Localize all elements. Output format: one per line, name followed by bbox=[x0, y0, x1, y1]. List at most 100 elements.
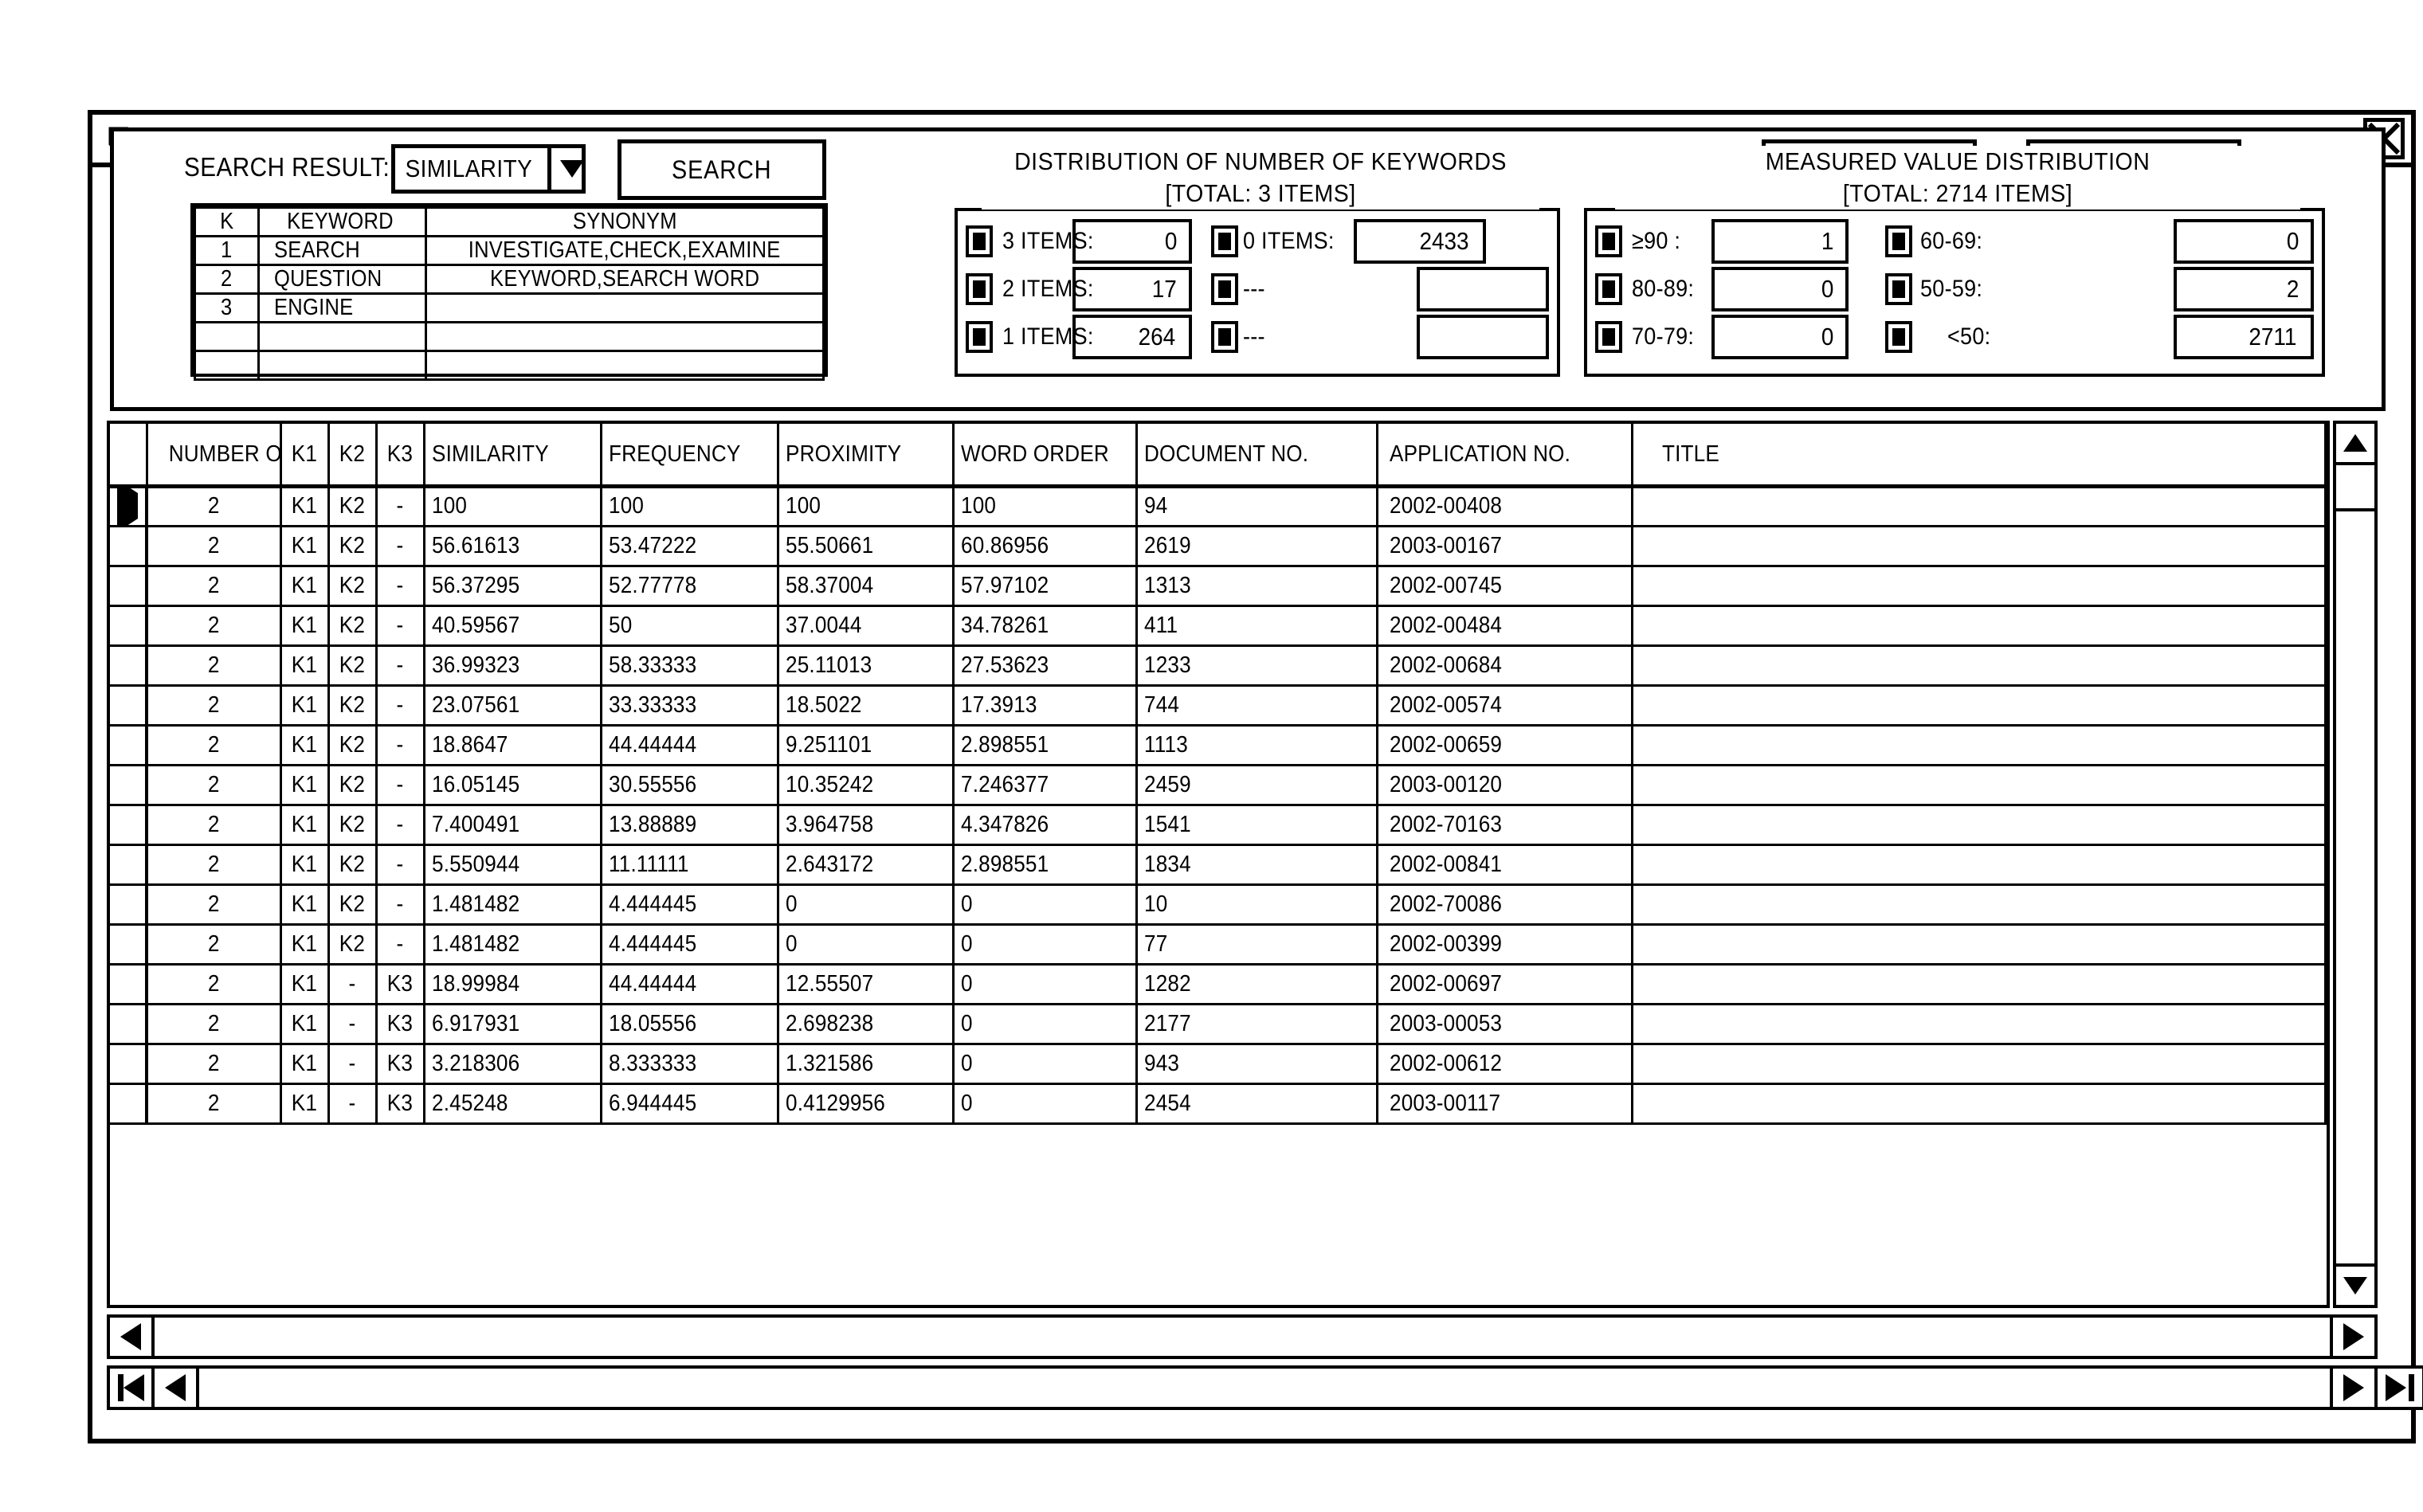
radio-filled-icon[interactable] bbox=[1211, 225, 1238, 257]
results-header-k1[interactable]: K1 bbox=[280, 424, 330, 488]
results-vertical-scrollbar[interactable] bbox=[2333, 421, 2378, 1308]
results-header-word-order[interactable]: WORD ORDER bbox=[953, 424, 1138, 488]
cell-k2: - bbox=[328, 964, 378, 1005]
cell-similarity: 1.481482 bbox=[424, 924, 602, 966]
table-row[interactable]: 2 K1 K2-40.59567 50 37.0044 34.78261 411 2002-0… bbox=[110, 605, 2327, 647]
results-header-application-no[interactable]: APPLICATION NO. bbox=[1377, 424, 1633, 488]
keyword-table-row[interactable]: 2 QUESTION KEYWORD,SEARCH WORD bbox=[194, 264, 825, 295]
table-row[interactable]: 2 K1- K3 2.45248 6.944445 0.4129956 0 2454 2003-… bbox=[110, 1083, 2327, 1125]
row-selector-cell[interactable] bbox=[110, 725, 148, 766]
radio-filled-icon[interactable] bbox=[1595, 273, 1622, 305]
results-header-frequency[interactable]: FREQUENCY bbox=[601, 424, 779, 488]
table-row[interactable]: 2 K1- K3 3.218306 8.333333 1.321586 0 943 2002-0… bbox=[110, 1044, 2327, 1085]
search-button[interactable]: SEARCH bbox=[618, 139, 826, 200]
row-selector-cell[interactable] bbox=[110, 1004, 148, 1045]
cell-k1: K1 bbox=[280, 924, 330, 966]
table-row[interactable]: 2 K1 K2-36.99323 58.33333 25.11013 27.53623 12… bbox=[110, 645, 2327, 687]
results-header-number-of-keywords[interactable]: NUMBER OF KEYWORDS bbox=[147, 424, 282, 488]
cell-k2: - bbox=[328, 1004, 378, 1045]
results-grid[interactable]: NUMBER OF KEYWORDS K1 K2 K3 SIMILARITY F… bbox=[107, 421, 2330, 1308]
cell-k1: K1 bbox=[280, 685, 330, 727]
results-header-k2[interactable]: K2 bbox=[328, 424, 378, 488]
measured-dist-right-value: 0 bbox=[2174, 219, 2314, 264]
triangle-up-icon[interactable] bbox=[2336, 424, 2374, 465]
keyword-distribution-legend: DISTRIBUTION OF NUMBER OF KEYWORDS [TOTA… bbox=[982, 146, 1539, 210]
cell-k3: K3 bbox=[376, 1044, 425, 1085]
cell-number-of-keywords: 2 bbox=[147, 924, 282, 966]
results-paging-scrollbar[interactable] bbox=[107, 1365, 2423, 1410]
results-header-title[interactable]: TITLE bbox=[1632, 424, 2327, 488]
row-selector-cell[interactable] bbox=[110, 645, 148, 687]
row-selector-cell[interactable] bbox=[110, 685, 148, 727]
table-row[interactable]: 2 K1 K2-23.07561 33.33333 18.5022 17.3913 744 2… bbox=[110, 685, 2327, 727]
results-horizontal-scrollbar[interactable] bbox=[107, 1314, 2378, 1359]
table-row[interactable]: 2 K1 K2-1.481482 4.444445 0 0 77 2002-00399 bbox=[110, 924, 2327, 966]
radio-filled-icon[interactable] bbox=[966, 225, 993, 257]
keyword-synonym-table[interactable]: K KEYWORD SYNONYM 1 SEARCH INVESTIGATE,C… bbox=[190, 203, 828, 381]
table-row[interactable]: 2 K1 K2-56.61613 53.47222 55.50661 60.86956 26… bbox=[110, 526, 2327, 567]
keyword-table-row[interactable]: 1 SEARCH INVESTIGATE,CHECK,EXAMINE bbox=[194, 235, 825, 266]
cell-word-order: 0 bbox=[953, 924, 1138, 966]
table-row[interactable]: 2 K1- K3 18.99984 44.44444 12.55507 0 1282 2002-… bbox=[110, 964, 2327, 1005]
sort-order-select[interactable]: SIMILARITY bbox=[391, 144, 586, 194]
results-header-k3[interactable]: K3 bbox=[376, 424, 425, 488]
row-selector-cell[interactable] bbox=[110, 964, 148, 1005]
cell-number-of-keywords: 2 bbox=[147, 566, 282, 607]
table-row[interactable]: 2 K1 K2-18.8647 44.44444 9.251101 2.898551 111… bbox=[110, 725, 2327, 766]
radio-filled-icon[interactable] bbox=[1885, 321, 1912, 353]
row-selector-cell[interactable] bbox=[110, 1044, 148, 1085]
radio-filled-icon[interactable] bbox=[966, 273, 993, 305]
results-header-similarity[interactable]: SIMILARITY bbox=[424, 424, 602, 488]
cell-similarity: 36.99323 bbox=[424, 645, 602, 687]
vertical-scroll-thumb[interactable] bbox=[2336, 465, 2374, 511]
radio-filled-icon[interactable] bbox=[1595, 225, 1622, 257]
horizontal-scroll-track[interactable] bbox=[155, 1318, 2330, 1356]
row-selector-cell[interactable] bbox=[110, 605, 148, 647]
triangle-left-icon[interactable] bbox=[110, 1318, 155, 1356]
keyword-table-row[interactable] bbox=[194, 350, 825, 381]
row-selector-cell[interactable] bbox=[110, 486, 148, 527]
row-selector-cell[interactable] bbox=[110, 884, 148, 926]
cell-word-order: 27.53623 bbox=[953, 645, 1138, 687]
results-grid-body[interactable]: 2 K1 K2-100 100 100 100 94 2002-00408 2 K1 K2-56.6… bbox=[110, 486, 2327, 1125]
triangle-down-icon[interactable] bbox=[2336, 1263, 2374, 1305]
table-row[interactable]: 2 K1 K2-100 100 100 100 94 2002-00408 bbox=[110, 486, 2327, 527]
row-selector-cell[interactable] bbox=[110, 566, 148, 607]
cell-frequency: 100 bbox=[601, 486, 779, 527]
row-selector-cell[interactable] bbox=[110, 805, 148, 846]
row-selector-cell[interactable] bbox=[110, 1083, 148, 1125]
table-row[interactable]: 2 K1 K2-1.481482 4.444445 0 0 10 2002-70086 bbox=[110, 884, 2327, 926]
radio-filled-icon[interactable] bbox=[1211, 321, 1238, 353]
table-row[interactable]: 2 K1 K2-7.400491 13.88889 3.964758 4.347826 15… bbox=[110, 805, 2327, 846]
cell-title bbox=[1632, 725, 2327, 766]
triangle-left-icon[interactable] bbox=[155, 1369, 199, 1407]
triangle-right-icon[interactable] bbox=[2330, 1369, 2374, 1407]
row-selector-cell[interactable] bbox=[110, 765, 148, 806]
radio-filled-icon[interactable] bbox=[1211, 273, 1238, 305]
cell-similarity: 18.99984 bbox=[424, 964, 602, 1005]
first-page-icon[interactable] bbox=[110, 1369, 155, 1407]
cell-document-no: 77 bbox=[1136, 924, 1378, 966]
results-header-proximity[interactable]: PROXIMITY bbox=[778, 424, 955, 488]
table-row[interactable]: 2 K1 K2-56.37295 52.77778 58.37004 57.97102 13… bbox=[110, 566, 2327, 607]
table-row[interactable]: 2 K1 K2-16.05145 30.55556 10.35242 7.246377 24… bbox=[110, 765, 2327, 806]
table-row[interactable]: 2 K1- K3 6.917931 18.05556 2.698238 0 2177 2003-… bbox=[110, 1004, 2327, 1045]
radio-filled-icon[interactable] bbox=[1885, 273, 1912, 305]
results-header-document-no[interactable]: DOCUMENT NO. bbox=[1136, 424, 1378, 488]
keyword-table-row[interactable]: 3 ENGINE bbox=[194, 292, 825, 323]
radio-filled-icon[interactable] bbox=[1595, 321, 1622, 353]
cell-k3: - bbox=[376, 685, 425, 727]
radio-filled-icon[interactable] bbox=[966, 321, 993, 353]
last-page-icon[interactable] bbox=[2374, 1369, 2422, 1407]
paging-scroll-track[interactable] bbox=[199, 1369, 2330, 1407]
row-selector-cell[interactable] bbox=[110, 924, 148, 966]
row-selector-cell[interactable] bbox=[110, 844, 148, 886]
table-row[interactable]: 2 K1 K2-5.550944 11.11111 2.643172 2.898551 18… bbox=[110, 844, 2327, 886]
cell-title bbox=[1632, 486, 2327, 527]
row-selector-cell[interactable] bbox=[110, 526, 148, 567]
vertical-scroll-track[interactable] bbox=[2336, 465, 2374, 1263]
radio-filled-icon[interactable] bbox=[1885, 225, 1912, 257]
triangle-right-icon[interactable] bbox=[2330, 1318, 2374, 1356]
keyword-table-row[interactable] bbox=[194, 321, 825, 352]
chevron-down-icon[interactable] bbox=[547, 148, 592, 190]
